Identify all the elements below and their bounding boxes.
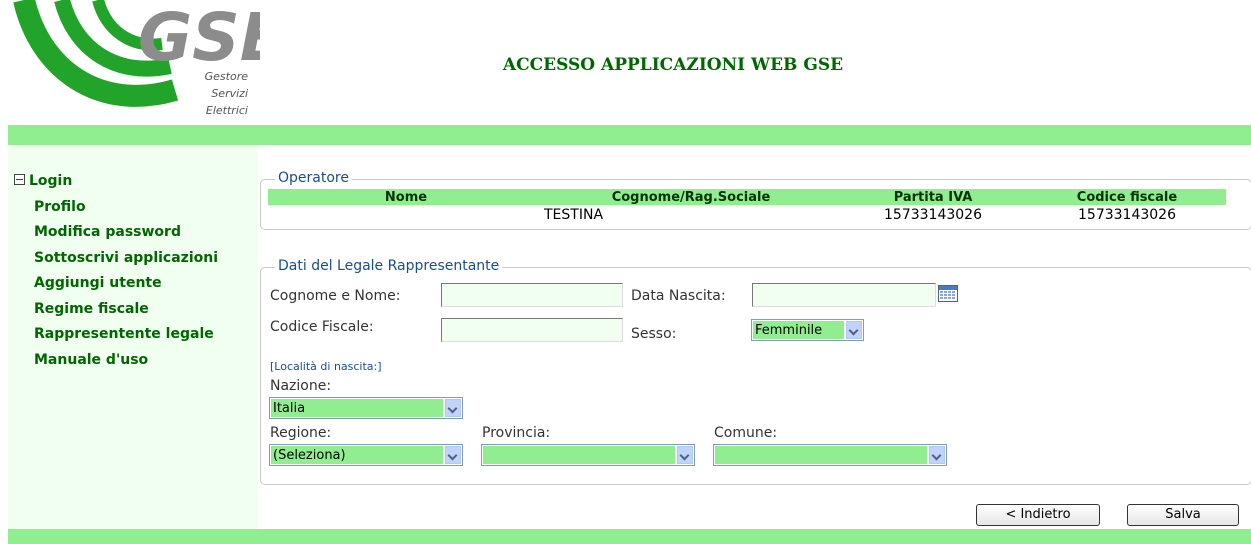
cognome-nome-label: Cognome e Nome:	[270, 288, 401, 304]
operatore-table: Nome Cognome/Rag.Sociale Partita IVA Cod…	[268, 189, 1226, 225]
column-header-partita-iva: Partita IVA	[838, 189, 1028, 205]
save-button[interactable]: Salva	[1127, 504, 1239, 526]
column-header-cognome: Cognome/Rag.Sociale	[544, 189, 838, 205]
nav-item-modifica-password[interactable]: Modifica password	[14, 220, 218, 246]
chevron-down-icon[interactable]	[846, 321, 862, 339]
column-header-codice-fiscale: Codice fiscale	[1028, 189, 1226, 205]
page-title: ACCESSO APPLICAZIONI WEB GSE	[502, 55, 844, 75]
nav-root-login[interactable]: Login	[14, 169, 218, 195]
chevron-down-icon[interactable]	[445, 446, 461, 464]
comune-select[interactable]	[713, 444, 947, 466]
data-nascita-label: Data Nascita:	[631, 288, 726, 304]
provincia-select[interactable]	[481, 444, 695, 466]
data-nascita-input[interactable]	[752, 283, 936, 307]
regione-select[interactable]: (Seleziona)	[269, 444, 463, 466]
nav-item-aggiungi-utente[interactable]: Aggiungi utente	[14, 271, 218, 297]
chevron-down-icon[interactable]	[677, 446, 693, 464]
logo-subtitle-3: Elettrici	[205, 104, 248, 117]
cell-partita-iva: 15733143026	[884, 207, 982, 223]
provincia-select-value	[483, 446, 675, 464]
back-button[interactable]: < Indietro	[976, 504, 1100, 526]
sesso-select[interactable]: Femminile	[751, 319, 864, 341]
comune-select-value	[715, 446, 927, 464]
logo-subtitle-2: Servizi	[211, 87, 248, 100]
nav-item-manuale-uso[interactable]: Manuale d'uso	[14, 348, 218, 374]
header: GSE Gestore Servizi Elettrici ACCESSO AP…	[0, 0, 1251, 125]
nazione-select[interactable]: Italia	[269, 397, 463, 419]
nav-item-sottoscrivi-applicazioni[interactable]: Sottoscrivi applicazioni	[14, 246, 218, 272]
regione-select-value: (Seleziona)	[271, 446, 443, 464]
nav-menu: Login Profilo Modifica password Sottoscr…	[14, 169, 218, 373]
comune-label: Comune:	[714, 425, 778, 441]
calendar-icon[interactable]	[938, 285, 958, 302]
cell-cognome: TESTINA	[544, 207, 604, 223]
collapse-icon[interactable]	[14, 174, 25, 185]
provincia-label: Provincia:	[482, 425, 551, 441]
sesso-select-value: Femminile	[753, 321, 844, 339]
codice-fiscale-input[interactable]	[441, 318, 623, 342]
legale-legend: Dati del Legale Rappresentante	[275, 258, 503, 274]
top-bar	[8, 125, 1251, 145]
sesso-label: Sesso:	[631, 326, 677, 342]
cognome-nome-input[interactable]	[441, 283, 623, 307]
sidebar: Login Profilo Modifica password Sottoscr…	[8, 145, 258, 529]
regione-label: Regione:	[270, 425, 332, 441]
nav-item-rappresentente-legale[interactable]: Rappresentente legale	[14, 322, 218, 348]
table-row: TESTINA 15733143026 15733143026	[268, 205, 1226, 225]
nav-item-profilo[interactable]: Profilo	[14, 195, 218, 221]
localita-note: [Località di nascita:]	[270, 360, 382, 373]
nav-item-regime-fiscale[interactable]: Regime fiscale	[14, 297, 218, 323]
cell-nome	[268, 205, 544, 225]
column-header-nome: Nome	[268, 189, 544, 205]
chevron-down-icon[interactable]	[445, 399, 461, 417]
nazione-select-value: Italia	[271, 399, 443, 417]
nazione-label: Nazione:	[270, 378, 332, 394]
codice-fiscale-label: Codice Fiscale:	[270, 319, 374, 335]
table-header-row: Nome Cognome/Rag.Sociale Partita IVA Cod…	[268, 189, 1226, 205]
cell-codice-fiscale: 15733143026	[1078, 207, 1176, 223]
operatore-legend: Operatore	[275, 170, 352, 186]
bottom-bar	[8, 529, 1251, 544]
nav-root-label: Login	[29, 173, 73, 189]
chevron-down-icon[interactable]	[929, 446, 945, 464]
